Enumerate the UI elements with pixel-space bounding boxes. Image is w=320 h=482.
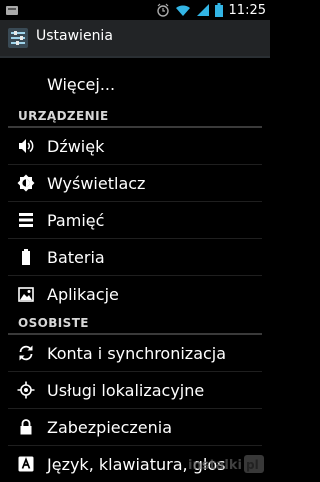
list-item-label: Wyświetlacz: [47, 174, 146, 193]
battery-icon: [22, 249, 30, 265]
speaker-icon: [19, 139, 34, 153]
list-item-display[interactable]: Wyświetlacz: [0, 165, 270, 201]
apps-icon: [18, 287, 34, 302]
page-title: Ustawienia: [36, 28, 113, 44]
list-item-storage[interactable]: Pamięć: [0, 202, 270, 238]
action-bar: Ustawienia: [0, 20, 270, 58]
list-item-label: Więcej...: [47, 75, 116, 94]
list-item-label: Pamięć: [47, 211, 105, 230]
battery-status-icon: [214, 3, 223, 17]
svg-text:instalki: instalki: [188, 458, 242, 473]
list-item-security[interactable]: Zabezpieczenia: [0, 409, 270, 445]
brightness-icon: [17, 174, 35, 192]
status-bar: 11:25: [0, 0, 270, 20]
list-item-label: Usługi lokalizacyjne: [47, 381, 205, 400]
list-item-label: Konta i synchronizacja: [47, 344, 227, 363]
lock-icon: [20, 419, 32, 435]
list-item-battery[interactable]: Bateria: [0, 239, 270, 275]
list-item-label: Bateria: [47, 248, 105, 267]
section-header-label: OSOBISTE: [18, 316, 89, 330]
section-header-label: URZĄDZENIE: [18, 109, 109, 123]
list-item-location[interactable]: Usługi lokalizacyjne: [0, 372, 270, 408]
list-item-more[interactable]: Więcej...: [0, 66, 270, 102]
list-item-apps[interactable]: Aplikacje: [0, 276, 270, 312]
section-header-personal: OSOBISTE: [0, 311, 270, 335]
language-icon: [18, 456, 34, 472]
settings-app-icon[interactable]: [7, 27, 29, 49]
list-item-accounts-sync[interactable]: Konta i synchronizacja: [0, 335, 270, 371]
svg-text:pl: pl: [246, 458, 259, 472]
sync-icon: [19, 345, 33, 361]
section-header-device: URZĄDZENIE: [0, 104, 270, 128]
android-notification-icon: [6, 6, 18, 15]
watermark-logo: instalki pl: [188, 455, 264, 473]
list-item-label: Aplikacje: [47, 285, 119, 304]
list-item-label: Zabezpieczenia: [47, 418, 173, 437]
storage-icon: [19, 213, 33, 227]
clock: 11:25: [228, 2, 266, 18]
location-icon: [17, 381, 35, 399]
wifi-icon: [175, 5, 190, 16]
list-item-label: Dźwięk: [47, 137, 105, 156]
scrolled-item-remnant: [0, 56, 270, 60]
signal-icon: [196, 4, 209, 16]
list-item-sound[interactable]: Dźwięk: [0, 128, 270, 164]
alarm-icon: [156, 3, 169, 17]
